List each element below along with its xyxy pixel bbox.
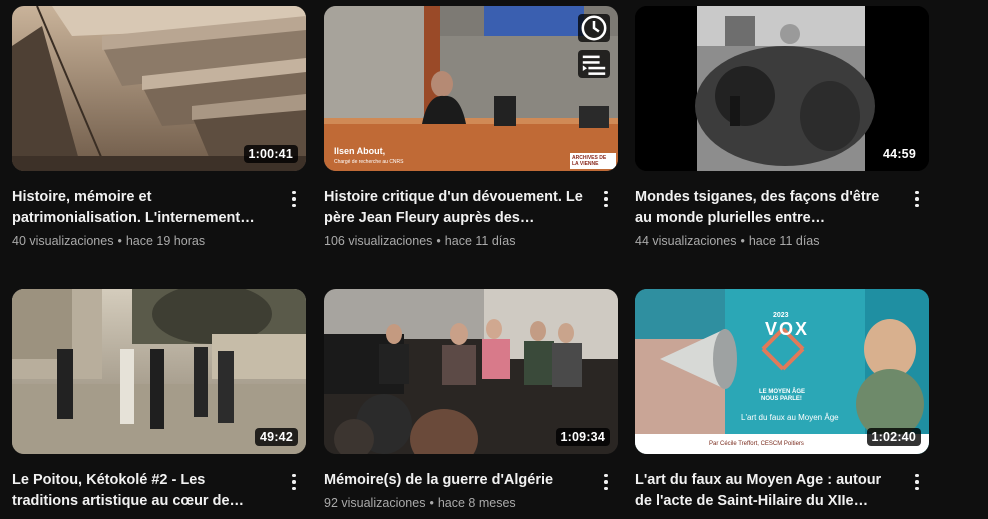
video-title[interactable]: Mémoire(s) de la guerre d'Algérie [324,470,584,491]
more-actions-icon[interactable] [282,470,306,494]
video-thumbnail[interactable]: 44:59 [635,6,929,171]
upload-age: hace 11 días [748,234,820,248]
video-thumbnail[interactable]: 1:00:41 [12,6,306,171]
video-thumbnail[interactable]: 2023 VOX LE MOYEN ÂGE NOUS PARLE! L'art … [635,289,929,454]
watch-later-button[interactable] [578,14,610,42]
video-card[interactable]: Ilsen About, Chargé de recherche au CNRS… [324,6,618,248]
video-title[interactable]: Le Poitou, Kétokolé #2 - Les traditions … [12,470,272,512]
duration-badge: 1:02:40 [866,428,921,446]
more-actions-icon[interactable] [594,470,618,494]
archives-logo: ARCHIVES DE LA VIENNE [570,153,616,169]
poster-tagline-line2: NOUS PARLE! [761,396,802,402]
video-title[interactable]: Mondes tsiganes, des façons d'être au mo… [635,187,895,229]
more-actions-icon[interactable] [905,187,929,211]
upload-age: hace 8 meses [437,496,516,510]
video-thumbnail[interactable]: 1:09:34 [324,289,618,454]
add-to-queue-button[interactable] [578,50,610,78]
video-card[interactable]: 44:59 Mondes tsiganes, des façons d'être… [635,6,929,248]
view-count: 106 visualizaciones [324,234,433,248]
video-card[interactable]: 1:00:41 Histoire, mémoire et patrimonial… [12,6,306,248]
clock-icon [581,15,607,41]
video-card[interactable]: 49:42 Le Poitou, Kétokolé #2 - Les tradi… [12,289,306,512]
poster-tagline-line1: LE MOYEN ÂGE [759,389,806,395]
video-card[interactable]: 1:09:34 Mémoire(s) de la guerre d'Algéri… [324,289,618,510]
more-actions-icon[interactable] [905,470,929,494]
video-stats: 40 visualizaciones • hace 19 horas [12,234,206,248]
video-thumbnail[interactable]: Ilsen About, Chargé de recherche au CNRS… [324,6,618,171]
speaker-name: Ilsen About, [334,146,386,156]
queue-icon [582,55,606,75]
poster-brand: VOX [765,319,810,339]
upload-age: hace 11 días [444,234,516,248]
video-stats: 44 visualizaciones • hace 11 días [635,234,820,248]
more-actions-icon[interactable] [282,187,306,211]
duration-badge: 44:59 [878,145,921,163]
view-count: 92 visualizaciones [324,496,426,510]
view-count: 40 visualizaciones [12,234,114,248]
video-card[interactable]: 2023 VOX LE MOYEN ÂGE NOUS PARLE! L'art … [635,289,929,512]
poster-subtitle: L'art du faux au Moyen Âge [741,413,839,422]
view-count: 44 visualizaciones [635,234,737,248]
speaker-role: Chargé de recherche au CNRS [334,159,404,165]
poster-author: Par Cécile Treffort, CESCM Poitiers [709,441,804,447]
duration-badge: 1:00:41 [243,145,298,163]
video-title[interactable]: Histoire, mémoire et patrimonialisation.… [12,187,272,229]
video-stats: 106 visualizaciones • hace 11 días [324,234,516,248]
video-title[interactable]: L'art du faux au Moyen Age : autour de l… [635,470,895,512]
duration-badge: 49:42 [255,428,298,446]
more-actions-icon[interactable] [594,187,618,211]
duration-badge: 1:09:34 [555,428,610,446]
video-thumbnail[interactable]: 49:42 [12,289,306,454]
upload-age: hace 19 horas [125,234,206,248]
video-title[interactable]: Histoire critique d'un dévouement. Le pè… [324,187,584,229]
video-stats: 92 visualizaciones • hace 8 meses [324,496,516,510]
